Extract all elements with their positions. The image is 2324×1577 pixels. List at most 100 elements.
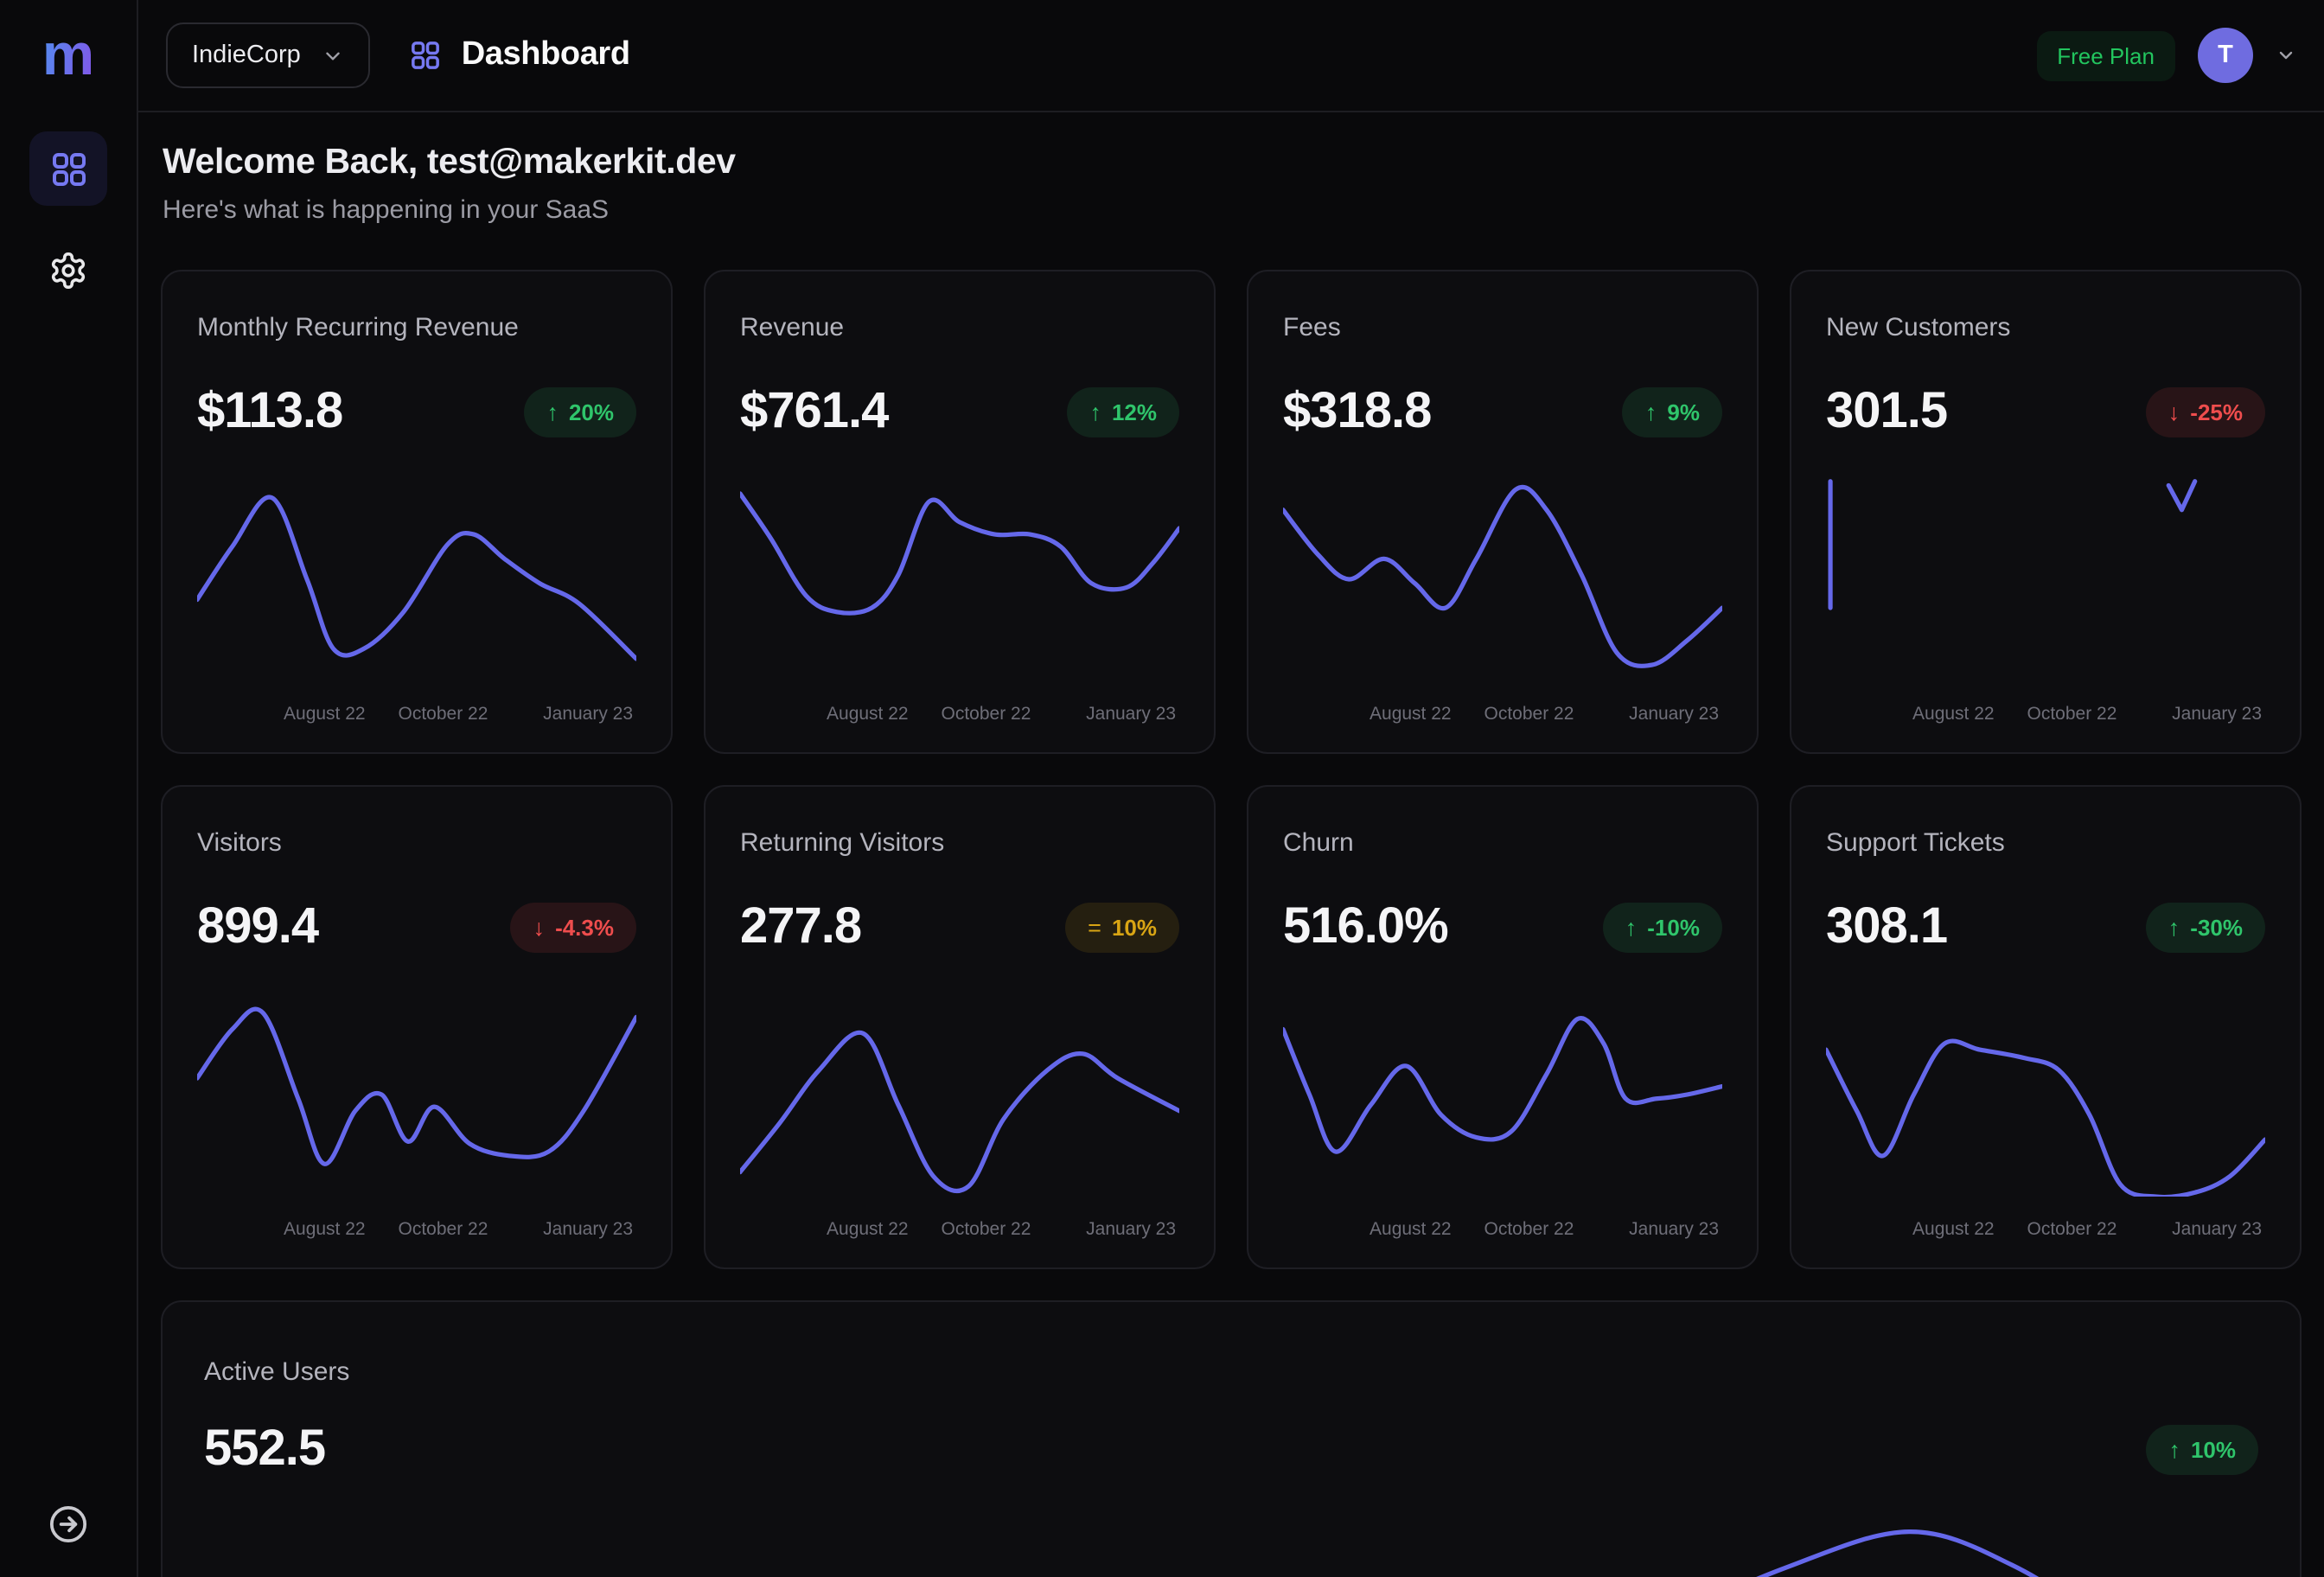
stat-card-value: 301.5 [1826,384,1947,441]
stat-card-title: New Customers [1826,313,2265,342]
stat-card: Fees $318.8 ↑ 9% August 22 October 22 Ja… [1247,270,1759,754]
stat-card: Monthly Recurring Revenue $113.8 ↑ 20% A… [161,270,673,754]
trend-up-icon: ↑ [1645,399,1657,425]
chevron-down-icon[interactable] [2276,45,2296,66]
axis-label: August 22 [1912,704,1995,725]
welcome-title: Welcome Back, test@makerkit.dev [163,142,2302,183]
axis-label: October 22 [2027,704,2117,725]
sparkline-chart [197,477,636,681]
stat-card-value: $761.4 [740,384,888,441]
chart-axis: August 22 October 22 January 23 [1826,1219,2265,1243]
trend-up-icon: ↑ [546,399,559,425]
trend-badge: ↑ 9% [1623,387,1722,437]
axis-label: August 22 [1370,1219,1452,1240]
stat-card: Returning Visitors 277.8 = 10% August 22… [704,785,1216,1269]
axis-label: August 22 [827,1219,909,1240]
stat-card-value: 277.8 [740,899,861,956]
stats-grid: Monthly Recurring Revenue $113.8 ↑ 20% A… [161,270,2302,1269]
trend-down-icon: ↓ [533,915,546,941]
axis-label: August 22 [284,1219,366,1240]
page-title: Dashboard [462,36,630,74]
trend-label: -25% [2190,399,2243,425]
axis-label: October 22 [942,704,1031,725]
axis-label: January 23 [543,704,633,725]
axis-label: January 23 [543,1219,633,1240]
makerkit-logo: m [42,0,94,111]
app-window: m [0,0,2324,1577]
axis-label: October 22 [2027,1219,2117,1240]
trend-badge: ↑ -30% [2146,903,2265,953]
stat-card-value: $113.8 [197,384,342,441]
plan-badge: Free Plan [2036,30,2175,80]
sparkline-chart [740,993,1179,1197]
stat-card-title: Active Users [204,1357,2258,1387]
active-users-chart [204,1510,2258,1577]
stat-card-title: Churn [1283,828,1722,858]
trend-down-icon: ↓ [2168,399,2180,425]
axis-label: January 23 [2172,1219,2262,1240]
sidebar-item-settings[interactable] [29,233,107,308]
trend-label: -30% [2190,915,2243,941]
grid-icon [48,148,89,189]
axis-label: August 22 [284,704,366,725]
stat-card-title: Returning Visitors [740,828,1179,858]
stat-card-value: 899.4 [197,899,318,956]
chart-axis: August 22 October 22 January 23 [740,704,1179,728]
grid-icon [408,38,443,73]
stat-card-title: Fees [1283,313,1722,342]
stat-card-value: 552.5 [204,1421,325,1478]
trend-label: 20% [569,399,614,425]
stat-card-value: 516.0% [1283,899,1448,956]
trend-flat-icon: = [1088,915,1101,941]
stat-card-value: $318.8 [1283,384,1431,441]
sidebar: m [0,0,138,1577]
axis-label: January 23 [1629,1219,1719,1240]
axis-label: October 22 [942,1219,1031,1240]
welcome-subtitle: Here's what is happening in your SaaS [163,195,2302,225]
axis-label: October 22 [399,1219,488,1240]
chevron-down-icon [322,44,344,67]
sparkline-chart [1283,477,1722,681]
sparkline-chart [197,993,636,1197]
trend-label: 12% [1112,399,1157,425]
stat-card-title: Support Tickets [1826,828,2265,858]
stat-card: Visitors 899.4 ↓ -4.3% August 22 October… [161,785,673,1269]
stat-card: Revenue $761.4 ↑ 12% August 22 October 2… [704,270,1216,754]
page-title-group: Dashboard [408,36,630,74]
main-column: IndieCorp Dashboard Free Plan T [138,0,2324,1577]
sparkline-chart [740,477,1179,681]
sparkline-chart [1826,477,2265,681]
sparkline-chart [1826,993,2265,1197]
expand-sidebar-button[interactable] [47,1503,90,1546]
stat-card-title: Monthly Recurring Revenue [197,313,636,342]
axis-label: October 22 [1484,1219,1574,1240]
gear-icon [48,251,88,290]
chart-axis: August 22 October 22 January 23 [740,1219,1179,1243]
trend-label: 9% [1667,399,1700,425]
trend-badge: ↓ -4.3% [511,903,636,953]
sidebar-item-dashboard[interactable] [29,131,107,206]
topbar: IndieCorp Dashboard Free Plan T [138,0,2324,112]
chart-axis: August 22 October 22 January 23 [1283,704,1722,728]
trend-badge: ↑ -10% [1603,903,1722,953]
sidebar-footer [47,1503,90,1546]
axis-label: August 22 [827,704,909,725]
chart-axis: August 22 October 22 January 23 [1283,1219,1722,1243]
axis-label: October 22 [1484,704,1574,725]
trend-label: 10% [1112,915,1157,941]
chart-axis: August 22 October 22 January 23 [197,1219,636,1243]
stat-card: Support Tickets 308.1 ↑ -30% August 22 O… [1790,785,2302,1269]
trend-badge: ↑ 20% [524,387,636,437]
stat-card-value: 308.1 [1826,899,1947,956]
team-switcher-button[interactable]: IndieCorp [166,22,370,88]
axis-label: August 22 [1912,1219,1995,1240]
stat-card-title: Visitors [197,828,636,858]
axis-label: August 22 [1370,704,1452,725]
sidebar-nav [29,131,107,308]
trend-badge: ↑ 12% [1067,387,1179,437]
dashboard-content: Welcome Back, test@makerkit.dev Here's w… [138,112,2324,1577]
axis-label: January 23 [1086,704,1176,725]
avatar[interactable]: T [2198,28,2253,83]
topbar-right: Free Plan T [2036,28,2296,83]
chart-axis: August 22 October 22 January 23 [197,704,636,728]
